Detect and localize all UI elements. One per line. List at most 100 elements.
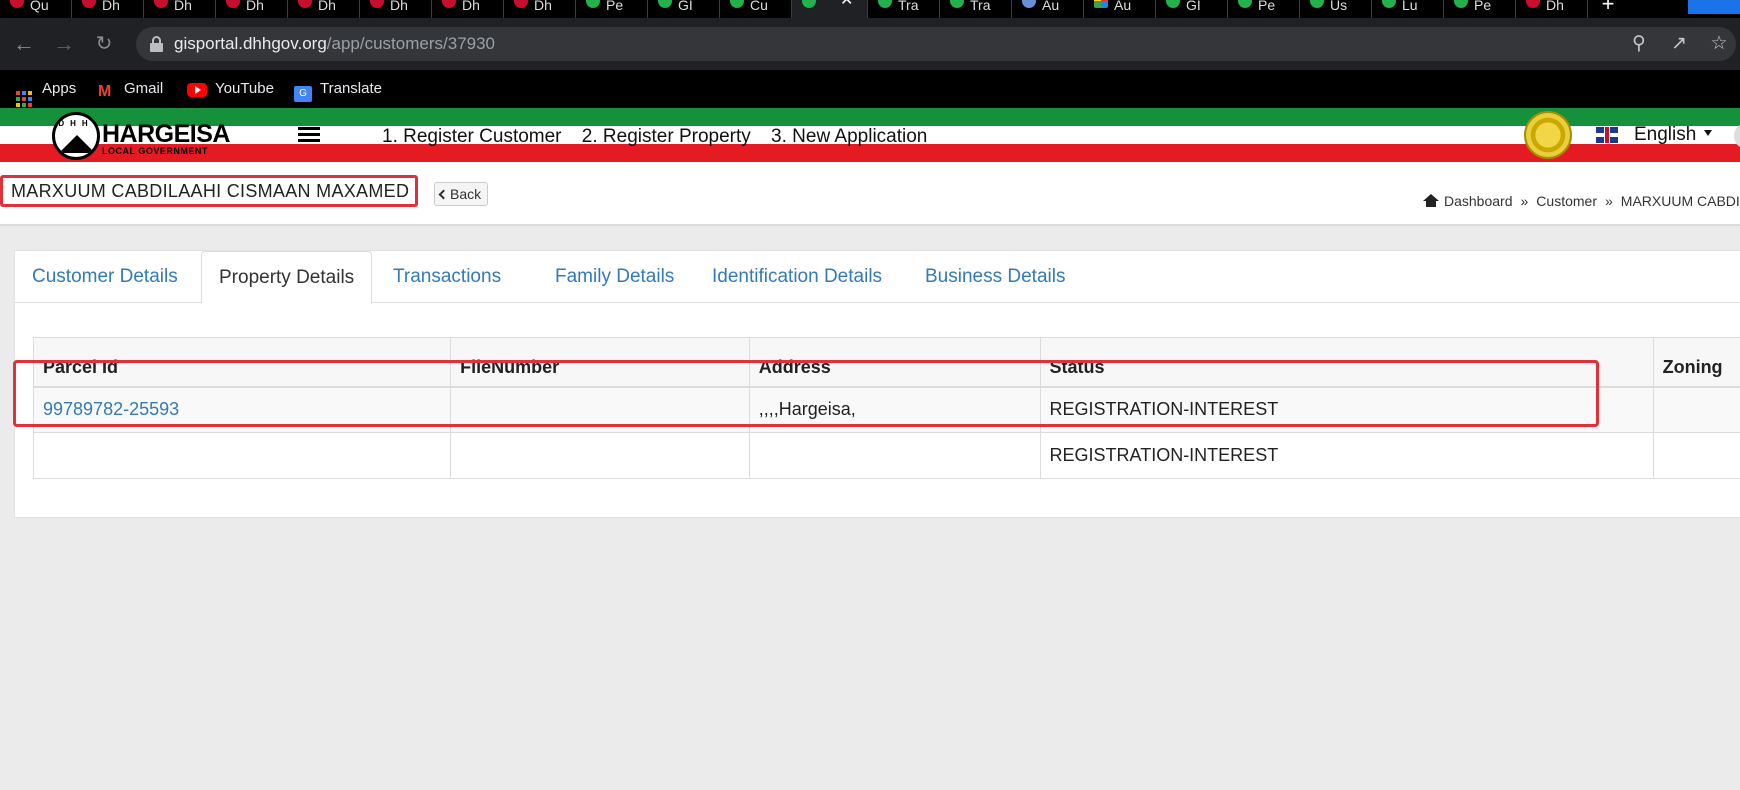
browser-tab[interactable]: Qu (0, 0, 72, 18)
cell-address (748, 432, 1041, 479)
menu-register-property[interactable]: 2. Register Property (582, 126, 751, 147)
close-tab-icon[interactable]: ✕ (840, 0, 853, 9)
zoom-icon[interactable]: ⚲ (1628, 33, 1650, 55)
cell-parcel-id: 99789782-25593 (32, 386, 452, 433)
browser-tab[interactable]: Au (1012, 0, 1084, 18)
profile-tab-button[interactable] (1688, 0, 1740, 14)
share-icon[interactable]: ↗ (1668, 33, 1690, 55)
page-title-bar: MARXUUM CABDILAAHI CISMAAN MAXAMED Back … (0, 164, 1740, 226)
language-dropdown[interactable]: English (1634, 124, 1713, 146)
tab-business-details[interactable]: Business Details (908, 251, 1082, 303)
check-circle-icon (802, 0, 816, 8)
column-header-zoning[interactable]: Zoning (1652, 337, 1740, 388)
bookmark-translate[interactable]: G Translate (294, 77, 382, 102)
dhh-icon (298, 0, 312, 8)
caret-down-icon (1704, 130, 1713, 136)
bookmark-star-icon[interactable]: ☆ (1708, 33, 1730, 55)
browser-tab[interactable]: Dh (72, 0, 144, 18)
cell-status: REGISTRATION-INTEREST (1039, 386, 1654, 433)
cell-file-number (450, 386, 750, 433)
table-header-row: Parcel Id FileNumber Address Status Zoni… (32, 337, 1740, 388)
tab-customer-details[interactable]: Customer Details (15, 251, 195, 303)
browser-tab[interactable]: Au (1084, 0, 1156, 18)
tab-property-details[interactable]: Property Details (201, 251, 373, 304)
browser-tab-strip: Qu Dh Dh Dh Dh Dh Dh Dh Pe GI Cu ✕ Tra Tra Au Au GI Pe Us L… (0, 0, 1740, 18)
brand-subtitle: LOCAL GOVERNMENT (102, 146, 208, 156)
browser-tab[interactable]: Pe (1228, 0, 1300, 18)
dhh-icon (10, 0, 24, 8)
browser-tab[interactable]: Dh (1516, 0, 1588, 18)
uk-flag-icon (1596, 127, 1618, 143)
brand-name: HARGEISA (102, 120, 230, 148)
address-bar[interactable]: gisportal.dhhgov.org/app/customers/37930… (136, 27, 1736, 61)
browser-tab[interactable]: Dh (432, 0, 504, 18)
browser-tab[interactable]: Tra (868, 0, 940, 18)
property-table: Parcel Id FileNumber Address Status Zoni… (32, 337, 1740, 479)
bookmark-gmail[interactable]: M Gmail (98, 77, 163, 101)
browser-tab[interactable]: GI (1156, 0, 1228, 18)
check-circle-icon (1382, 0, 1396, 8)
reload-icon[interactable]: ↻ (92, 32, 116, 56)
column-header-parcel-id[interactable]: Parcel Id (32, 337, 452, 388)
browser-tab[interactable]: Dh (360, 0, 432, 18)
url-text[interactable]: gisportal.dhhgov.org/app/customers/37930 (174, 34, 495, 54)
back-button[interactable]: Back (434, 182, 489, 206)
page-title: MARXUUM CABDILAAHI CISMAAN MAXAMED (0, 175, 419, 207)
hamburger-menu-icon[interactable] (298, 127, 320, 143)
browser-tab-active[interactable]: ✕ (792, 0, 868, 18)
forward-arrow-icon[interactable]: → (52, 32, 76, 56)
dhh-icon (82, 0, 96, 8)
check-circle-icon (878, 0, 892, 8)
browser-tab[interactable]: Pe (576, 0, 648, 18)
youtube-icon (187, 83, 207, 97)
breadcrumb-customer[interactable]: Customer (1536, 193, 1597, 209)
column-header-address[interactable]: Address (748, 337, 1041, 388)
parcel-id-link[interactable]: 99789782-25593 (43, 399, 179, 419)
lock-icon (150, 36, 163, 52)
detail-tabs: Customer Details Property Details Transa… (15, 251, 1740, 304)
dhh-icon (442, 0, 456, 8)
government-seal-icon (1524, 111, 1572, 159)
bookmark-apps[interactable]: Apps (16, 77, 76, 107)
browser-tab[interactable]: Dh (288, 0, 360, 18)
cell-parcel-id (32, 432, 452, 479)
browser-tab[interactable]: Cu (720, 0, 792, 18)
column-header-status[interactable]: Status (1039, 337, 1654, 388)
browser-tab[interactable]: Dh (216, 0, 288, 18)
customer-panel: Customer Details Property Details Transa… (14, 250, 1740, 518)
browser-tab[interactable]: GI (648, 0, 720, 18)
drive-icon (1094, 0, 1108, 8)
check-circle-icon (1238, 0, 1252, 8)
table-row: REGISTRATION-INTEREST (32, 432, 1740, 479)
home-icon (1423, 194, 1439, 207)
browser-tab[interactable]: Dh (144, 0, 216, 18)
gmail-icon: M (98, 83, 112, 100)
back-arrow-icon[interactable]: ← (12, 32, 36, 56)
browser-tab[interactable]: Lu (1372, 0, 1444, 18)
breadcrumb-dashboard[interactable]: Dashboard (1444, 193, 1513, 209)
tab-transactions[interactable]: Transactions (376, 251, 518, 303)
cell-address: ,,,,Hargeisa, (748, 386, 1041, 433)
apps-grid-icon (16, 91, 32, 107)
new-tab-button[interactable]: + (1588, 0, 1628, 15)
dhh-icon (1526, 0, 1540, 8)
menu-new-application[interactable]: 3. New Application (771, 126, 927, 147)
column-header-file-number[interactable]: FileNumber (450, 337, 750, 388)
browser-toolbar: ← → ↻ gisportal.dhhgov.org/app/customers… (0, 18, 1740, 70)
browser-tab[interactable]: Dh (504, 0, 576, 18)
breadcrumb-current: MARXUUM CABDILA (1620, 193, 1740, 209)
cell-status: REGISTRATION-INTEREST (1039, 432, 1654, 479)
tab-family-details[interactable]: Family Details (538, 251, 691, 303)
browser-tab[interactable]: Us (1300, 0, 1372, 18)
hargeisa-logo-icon[interactable]: DHH (52, 112, 100, 160)
browser-tab[interactable]: Pe (1444, 0, 1516, 18)
cell-file-number (450, 432, 750, 479)
top-menu: 1. Register Customer 2. Register Propert… (382, 126, 942, 148)
app-header: DHH HARGEISA LOCAL GOVERNMENT 1. Registe… (0, 108, 1740, 164)
tab-identification-details[interactable]: Identification Details (695, 251, 899, 303)
bookmark-youtube[interactable]: YouTube (187, 77, 274, 101)
table-row: 99789782-25593 ,,,,Hargeisa, REGISTRATIO… (32, 386, 1740, 433)
menu-register-customer[interactable]: 1. Register Customer (382, 126, 562, 147)
dhh-icon (370, 0, 384, 8)
browser-tab[interactable]: Tra (940, 0, 1012, 18)
